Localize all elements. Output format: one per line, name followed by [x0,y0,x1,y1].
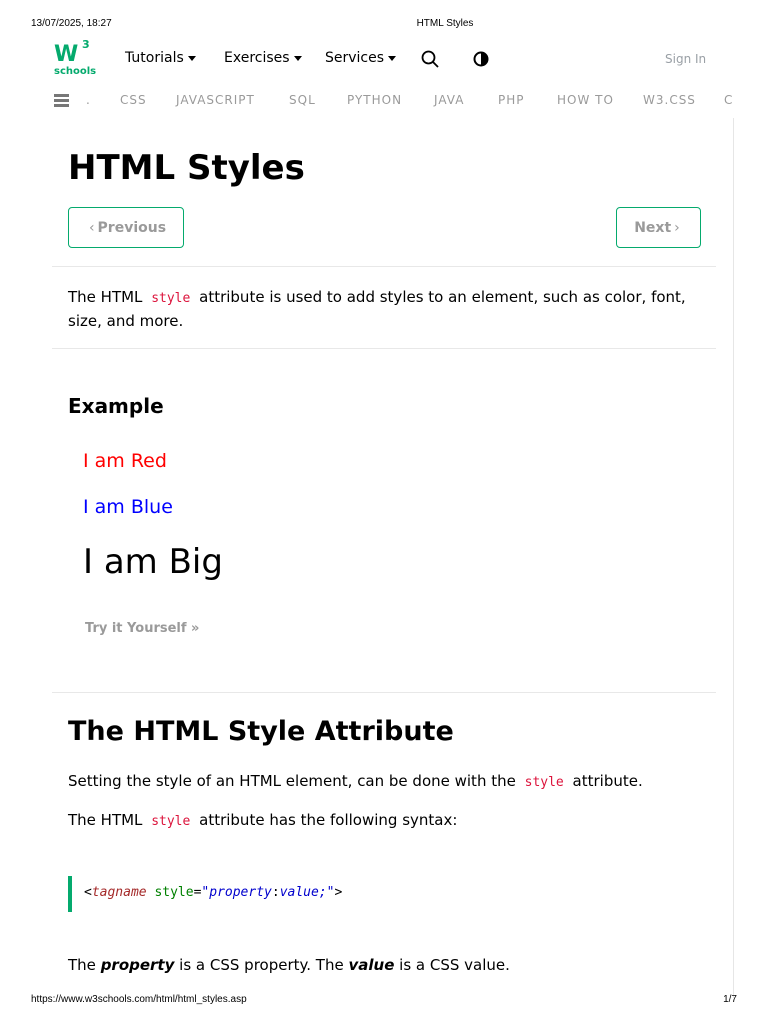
services-menu[interactable]: Services [325,50,397,66]
code-token: value; [279,885,327,900]
code-token: > [334,885,343,900]
print-title: HTML Styles [416,18,474,29]
code-token: < [84,885,92,900]
paragraph: Setting the style of an HTML element, ca… [68,772,643,790]
sign-in-link[interactable]: Sign In [665,52,706,66]
print-footer: https://www.w3schools.com/html/html_styl… [0,994,768,1024]
paragraph: The property is a CSS property. The valu… [68,956,510,974]
chevron-left-icon: ‹ [88,219,95,236]
example-blue-text: I am Blue [83,496,173,518]
paragraph-text: The HTML [68,811,143,829]
print-header: 13/07/2025, 18:27 HTML Styles [0,0,768,40]
paragraph-text: is a CSS value. [399,956,510,974]
next-label: Next [634,219,672,236]
code-token: : [271,885,280,900]
paragraph: The HTML style attribute has the followi… [68,811,457,829]
subnav-item-javascript[interactable]: JAVASCRIPT [176,93,255,107]
next-button[interactable]: Next › [616,207,701,248]
section-heading: The HTML Style Attribute [68,716,454,747]
content-divider [733,118,734,998]
paragraph-text: is a CSS property. The [179,956,344,974]
caret-down-icon [388,55,397,61]
print-page-number: 1/7 [723,994,737,1005]
logo-superscript: 3 [82,38,90,51]
example-red-text: I am Red [83,450,167,472]
subnav-item-more[interactable]: C [724,93,733,107]
subject-navigation: . CSS JAVASCRIPT SQL PYTHON JAVA PHP HOW… [0,88,768,114]
paragraph-text: Setting the style of an HTML element, ca… [68,772,516,790]
subnav-item-php[interactable]: PHP [498,93,525,107]
page-title: HTML Styles [68,148,305,188]
subnav-item-w3css[interactable]: W3.CSS [643,93,696,107]
logo-mark: W [54,42,78,67]
print-url: https://www.w3schools.com/html/html_styl… [31,994,247,1005]
try-it-yourself-link[interactable]: Try it Yourself » [85,621,199,636]
intro-text: The HTML [68,288,143,306]
intro-paragraph: The HTML style attribute is used to add … [68,286,708,333]
chevron-right-icon: › [674,219,680,236]
subnav-item-partial[interactable]: . [86,93,91,107]
contrast-toggle-icon[interactable] [473,51,489,67]
subnav-item-python[interactable]: PYTHON [347,93,402,107]
code-keyword: style [524,775,564,790]
code-token: tagname [91,885,147,900]
paragraph-text: The [68,956,96,974]
paragraph-text: attribute. [572,772,643,790]
code-token: property [209,885,272,900]
hamburger-menu-icon[interactable] [54,94,69,107]
divider [52,266,716,267]
divider [52,348,716,349]
divider [52,692,716,693]
previous-button[interactable]: ‹ Previous [68,207,184,248]
previous-label: Previous [97,219,167,236]
exercises-menu[interactable]: Exercises [224,50,302,66]
tutorials-menu[interactable]: Tutorials [125,50,196,66]
top-navigation: W 3 schools Tutorials Exercises Services… [0,36,768,84]
subnav-item-java[interactable]: JAVA [434,93,464,107]
example-big-text: I am Big [83,542,223,582]
paragraph-text: attribute has the following syntax: [199,811,458,829]
w3schools-logo[interactable]: W 3 schools [52,38,97,78]
code-token: " [326,885,335,900]
emphasis: value [348,956,395,974]
logo-word: schools [54,66,97,77]
subnav-item-sql[interactable]: SQL [289,93,316,107]
example-heading: Example [68,394,164,418]
subnav-item-css[interactable]: CSS [120,93,147,107]
code-keyword: style [151,814,191,829]
code-token: style [146,885,194,900]
caret-down-icon [187,55,196,61]
code-keyword: style [151,291,191,306]
code-line: <tagname style="property:value;"> [84,885,342,900]
code-example: <tagname style="property:value;"> [68,876,708,912]
services-label: Services [325,50,385,66]
caret-down-icon [293,55,302,61]
emphasis: property [100,956,175,974]
exercises-label: Exercises [224,50,290,66]
subnav-item-howto[interactable]: HOW TO [557,93,614,107]
search-icon[interactable] [421,50,439,68]
tutorials-label: Tutorials [125,50,184,66]
